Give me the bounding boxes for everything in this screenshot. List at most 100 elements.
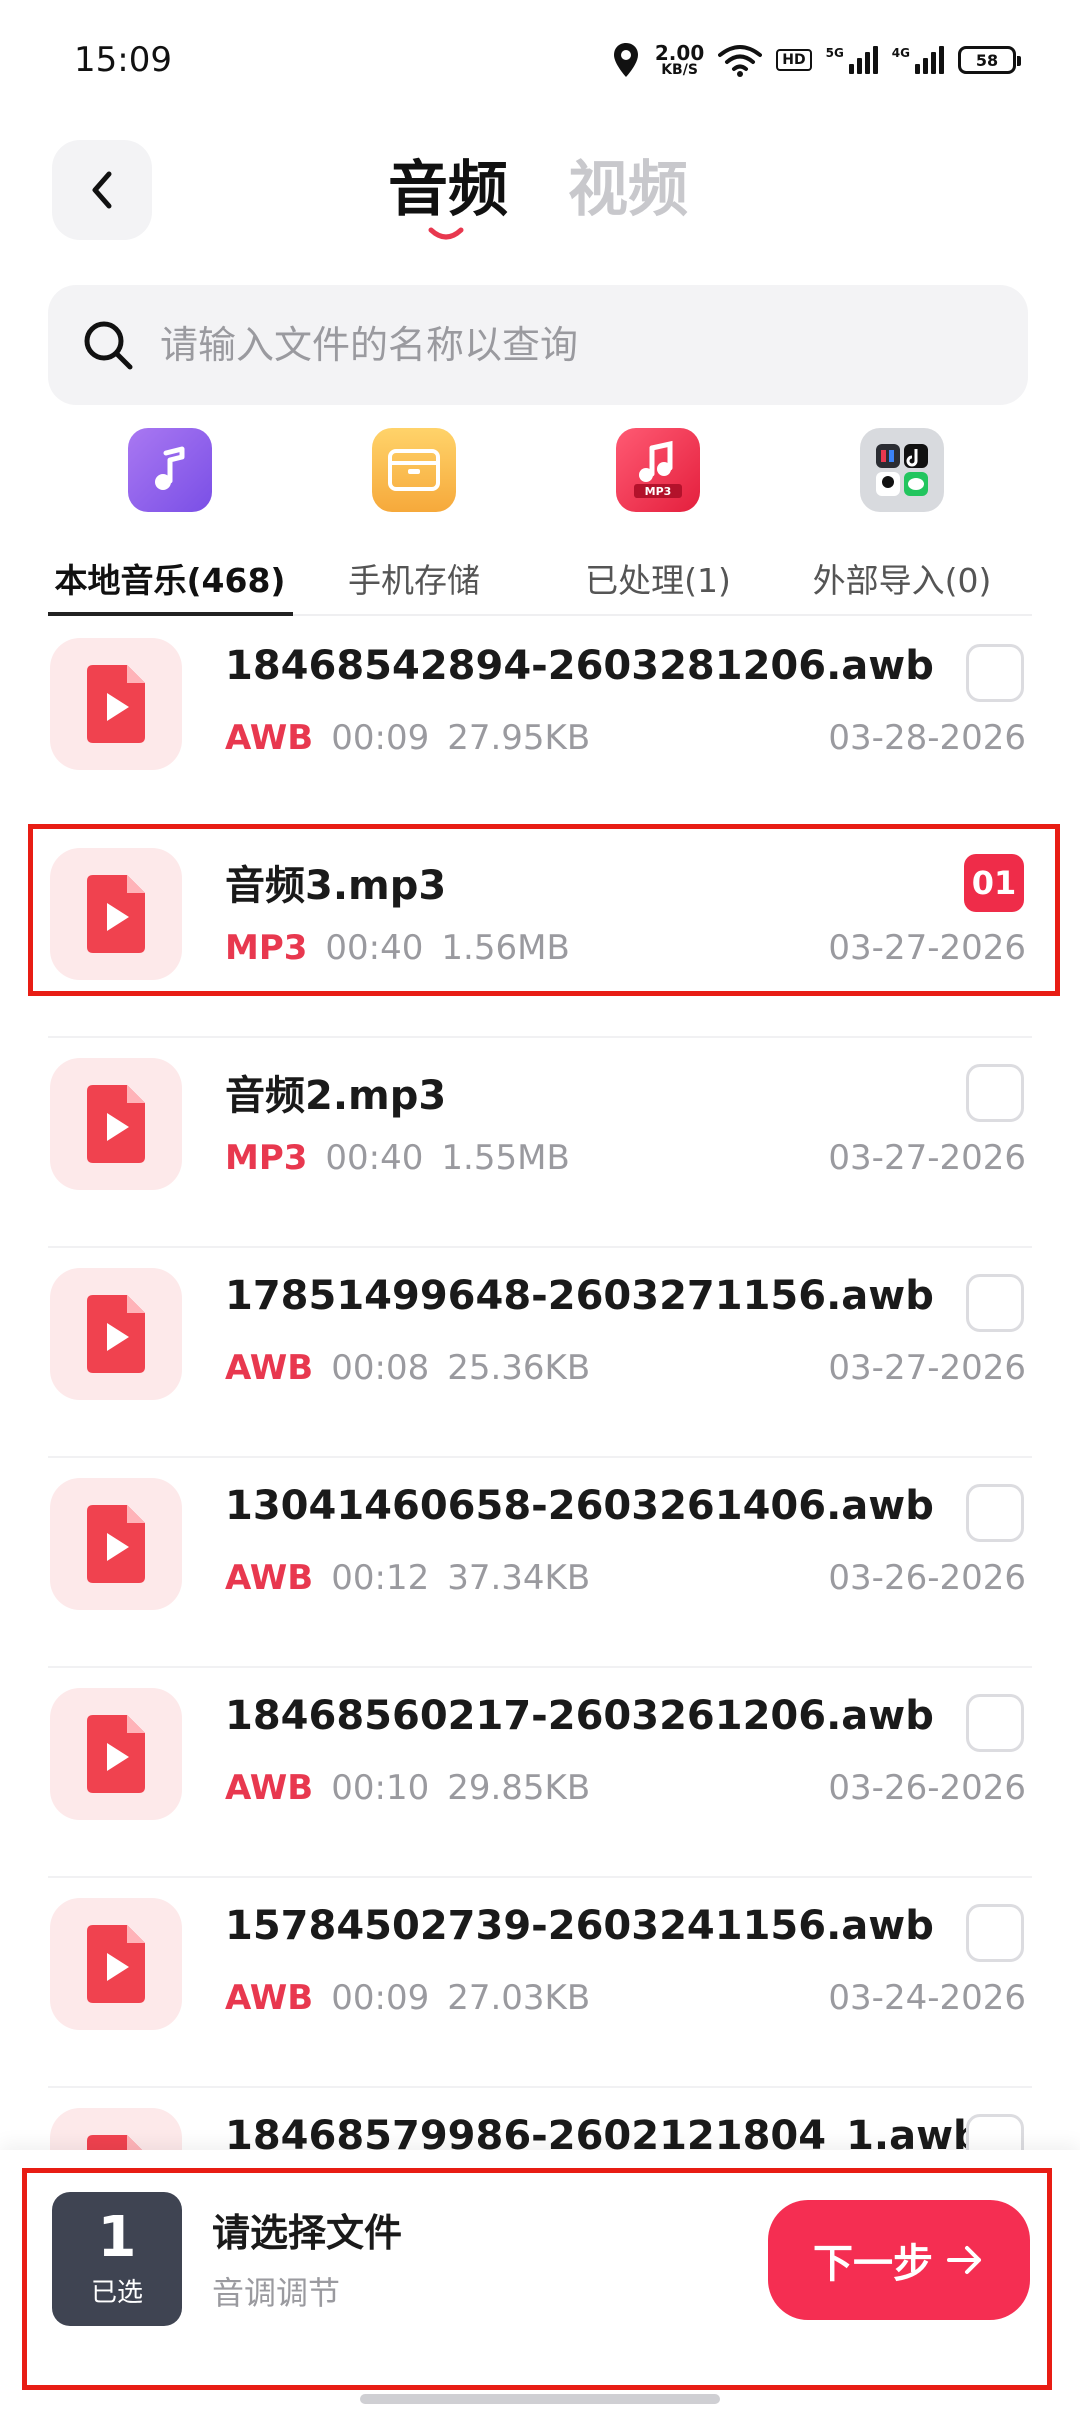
app-screen: { "status_bar": { "time": "15:09", "net_… xyxy=(0,0,1080,2412)
selected-count: 1 xyxy=(97,2204,137,2270)
file-name: 音频3.mp3 xyxy=(225,863,447,909)
file-checkbox[interactable] xyxy=(966,644,1024,702)
file-meta: AWB 00:09 27.95KB xyxy=(225,718,590,758)
file-checkbox[interactable] xyxy=(966,1274,1024,1332)
file-type: AWB xyxy=(225,1978,314,2018)
file-date: 03-27-2026 xyxy=(828,928,1026,968)
selection-subtitle: 音调调节 xyxy=(212,2274,341,2312)
audio-file-icon xyxy=(50,1688,182,1820)
file-checkbox[interactable] xyxy=(966,1064,1024,1122)
file-row[interactable]: 音频2.mp3 MP3 00:40 1.55MB 03-27-2026 xyxy=(0,1038,1080,1248)
file-checkbox[interactable] xyxy=(966,1904,1024,1962)
file-date: 03-26-2026 xyxy=(828,1768,1026,1808)
file-type: AWB xyxy=(225,718,314,758)
file-meta: MP3 00:40 1.56MB xyxy=(225,928,570,968)
next-step-button[interactable]: 下一步 xyxy=(768,2200,1030,2320)
bottom-action-bar: 1 已选 请选择文件 音调调节 下一步 xyxy=(0,2150,1080,2412)
network-speed: 2.00 KB/S xyxy=(654,41,705,78)
file-name: 15784502739-2603241156.awb xyxy=(225,1903,934,1949)
tab-video[interactable]: 视频 xyxy=(568,150,688,230)
selected-count-label: 已选 xyxy=(90,2277,143,2308)
file-size: 27.95KB xyxy=(447,718,591,758)
signal-4g-icon: 4G xyxy=(892,46,944,74)
category-processed[interactable]: MP3 已处理(1) xyxy=(536,420,780,602)
file-row[interactable]: 15784502739-2603241156.awb AWB 00:09 27.… xyxy=(0,1878,1080,2088)
storage-folder-icon xyxy=(372,428,456,512)
chevron-left-icon xyxy=(92,171,112,209)
file-row[interactable]: 18468560217-2603261206.awb AWB 00:10 29.… xyxy=(0,1668,1080,1878)
category-label: 本地音乐(468) xyxy=(54,561,286,600)
file-date: 03-27-2026 xyxy=(828,1348,1026,1388)
selection-order-badge[interactable]: 01 xyxy=(964,854,1024,912)
category-active-underline xyxy=(48,612,293,616)
file-row[interactable]: 18468542894-2603281206.awb AWB 00:09 27.… xyxy=(0,618,1080,828)
file-duration: 00:09 xyxy=(331,1978,430,2018)
file-checkbox[interactable] xyxy=(966,1694,1024,1752)
file-date: 03-28-2026 xyxy=(828,718,1026,758)
file-checkbox[interactable] xyxy=(966,1484,1024,1542)
file-checkbox[interactable] xyxy=(966,2114,1024,2150)
category-tabs: 本地音乐(468) 手机存储 MP3 已处理(1) 外部导入(0) xyxy=(0,420,1080,620)
category-phone-storage[interactable]: 手机存储 xyxy=(292,420,536,602)
file-list[interactable]: 18468542894-2603281206.awb AWB 00:09 27.… xyxy=(0,618,1080,2150)
file-row[interactable]: 17851499648-2603271156.awb AWB 00:08 25.… xyxy=(0,1248,1080,1458)
home-indicator xyxy=(360,2394,720,2404)
search-bar[interactable] xyxy=(48,285,1028,405)
category-label: 已处理(1) xyxy=(585,561,731,600)
category-local-music[interactable]: 本地音乐(468) xyxy=(48,420,292,602)
file-type: AWB xyxy=(225,1558,314,1598)
file-size: 25.36KB xyxy=(447,1348,591,1388)
audio-file-icon xyxy=(50,2108,182,2150)
file-type: AWB xyxy=(225,1348,314,1388)
search-input[interactable] xyxy=(158,322,982,368)
file-size: 1.56MB xyxy=(441,928,570,968)
next-step-label: 下一步 xyxy=(813,2241,933,2287)
search-icon xyxy=(84,321,133,370)
file-row-selected[interactable]: 音频3.mp3 MP3 00:40 1.56MB 03-27-2026 01 xyxy=(0,828,1080,1038)
file-meta: AWB 00:08 25.36KB xyxy=(225,1348,590,1388)
audio-file-icon xyxy=(50,1268,182,1400)
file-type: MP3 xyxy=(225,928,308,968)
file-name: 18468579986-2602121804_1.awb xyxy=(225,2113,982,2150)
file-type: AWB xyxy=(225,1768,314,1808)
back-button[interactable] xyxy=(52,140,152,240)
audio-file-icon xyxy=(50,1478,182,1610)
file-name: 13041460658-2603261406.awb xyxy=(225,1483,934,1529)
file-type: MP3 xyxy=(225,1138,308,1178)
music-note-icon xyxy=(128,428,212,512)
audio-file-icon xyxy=(50,1058,182,1190)
audio-file-icon xyxy=(50,638,182,770)
category-label: 手机存储 xyxy=(348,561,480,600)
file-meta: AWB 00:10 29.85KB xyxy=(225,1768,590,1808)
battery-icon: 58 xyxy=(958,46,1021,74)
file-name: 18468542894-2603281206.awb xyxy=(225,643,934,689)
file-size: 1.55MB xyxy=(441,1138,570,1178)
file-date: 03-26-2026 xyxy=(828,1558,1026,1598)
location-icon xyxy=(613,43,638,77)
wifi-icon xyxy=(718,45,763,77)
category-external-import[interactable]: 外部导入(0) xyxy=(780,420,1024,602)
file-row[interactable]: 13041460658-2603261406.awb AWB 00:12 37.… xyxy=(0,1458,1080,1668)
file-duration: 00:40 xyxy=(325,1138,424,1178)
selected-count-badge: 1 已选 xyxy=(52,2192,182,2326)
active-tab-indicator xyxy=(428,227,464,240)
file-name: 音频2.mp3 xyxy=(225,1073,447,1119)
file-size: 29.85KB xyxy=(447,1768,591,1808)
category-label: 外部导入(0) xyxy=(812,561,992,600)
status-time: 15:09 xyxy=(74,40,172,80)
audio-file-icon xyxy=(50,848,182,980)
hd-voice-icon: HD xyxy=(776,49,812,71)
file-date: 03-27-2026 xyxy=(828,1138,1026,1178)
selection-title: 请选择文件 xyxy=(212,2211,403,2255)
file-meta: AWB 00:09 27.03KB xyxy=(225,1978,590,2018)
file-size: 37.34KB xyxy=(447,1558,591,1598)
tab-audio[interactable]: 音频 xyxy=(388,150,508,230)
file-duration: 00:12 xyxy=(331,1558,430,1598)
external-apps-icon xyxy=(860,428,944,512)
file-meta: MP3 00:40 1.55MB xyxy=(225,1138,570,1178)
file-size: 27.03KB xyxy=(447,1978,591,2018)
file-row[interactable]: 18468579986-2602121804_1.awb xyxy=(0,2088,1080,2150)
audio-file-icon xyxy=(50,1898,182,2030)
file-duration: 00:40 xyxy=(325,928,424,968)
signal-5g-icon: 5G xyxy=(826,46,878,74)
